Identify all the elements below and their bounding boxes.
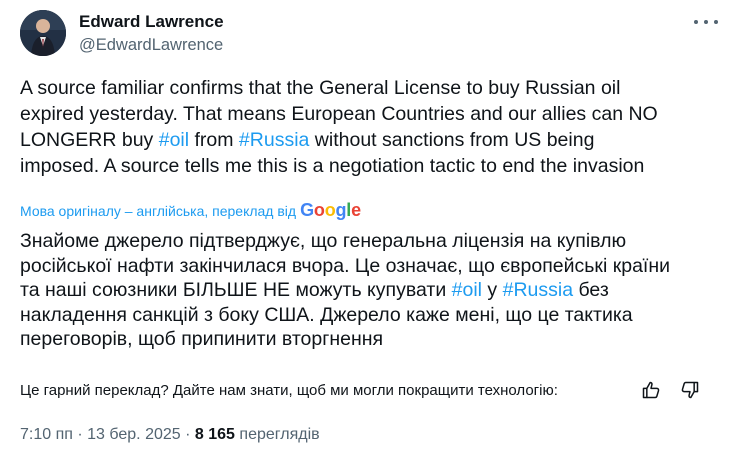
more-dot — [704, 20, 708, 24]
tweet-text-line: imposed. A source tells me this is a neg… — [20, 155, 645, 177]
tweet-meta: 7:10 пп · 13 бер. 2025 · 8 165 перегляді… — [20, 426, 320, 444]
meta-separator: · — [77, 426, 83, 443]
tweet-time[interactable]: 7:10 пп — [20, 426, 73, 443]
more-options-icon[interactable] — [694, 12, 718, 32]
tweet-text-line: from — [189, 129, 239, 151]
meta-separator: · — [185, 426, 191, 443]
tweet-text-line: A source familiar confirms that the Gene… — [20, 77, 621, 99]
hashtag-oil[interactable]: #oil — [159, 129, 189, 151]
translated-text-line: без — [573, 279, 609, 301]
avatar-image — [20, 10, 66, 56]
translated-text-line: Знайоме джерело підтверджує, що генераль… — [20, 230, 627, 252]
avatar[interactable] — [20, 10, 66, 56]
hashtag-russia[interactable]: #Russia — [503, 279, 573, 301]
google-logo: Google — [300, 200, 361, 220]
tweet-text-line: LONGERR buy — [20, 129, 159, 151]
tweet-date[interactable]: 13 бер. 2025 — [87, 426, 181, 443]
thumbs-up-icon[interactable] — [641, 380, 661, 400]
views-count: 8 165 — [194, 426, 235, 443]
translated-text-line: та наші союзники БІЛЬШЕ НЕ можуть купува… — [20, 279, 452, 301]
translation-feedback-prompt: Це гарний переклад? Дайте нам знати, щоб… — [20, 382, 558, 399]
tweet-text: A source familiar confirms that the Gene… — [20, 75, 725, 179]
translated-text-line: російської нафти закінчилася вчора. Це о… — [20, 254, 671, 277]
tweet-text-line: without sanctions from US being — [309, 129, 595, 151]
translated-text-line: накладення санкцій з боку США. Джерело к… — [20, 303, 633, 326]
tweet-text-line: expired yesterday. That means European C… — [20, 103, 658, 125]
translated-text-line: переговорів, щоб припинити вторгнення — [20, 328, 384, 350]
thumbs-down-icon[interactable] — [680, 380, 700, 400]
author-handle[interactable]: @EdwardLawrence — [79, 36, 223, 55]
views-label: переглядів — [239, 426, 320, 443]
more-dot — [714, 20, 718, 24]
more-dot — [694, 20, 698, 24]
translated-text-line: у — [482, 279, 503, 301]
hashtag-oil[interactable]: #oil — [452, 279, 482, 301]
translation-attribution-text: Мова оригіналу – англійська, переклад ві… — [20, 202, 297, 219]
hashtag-russia[interactable]: #Russia — [239, 129, 309, 151]
translation-attribution[interactable]: Мова оригіналу – англійська, переклад ві… — [20, 200, 361, 221]
author-name[interactable]: Edward Lawrence — [79, 12, 224, 32]
translated-text: Знайоме джерело підтверджує, що генераль… — [20, 229, 725, 352]
